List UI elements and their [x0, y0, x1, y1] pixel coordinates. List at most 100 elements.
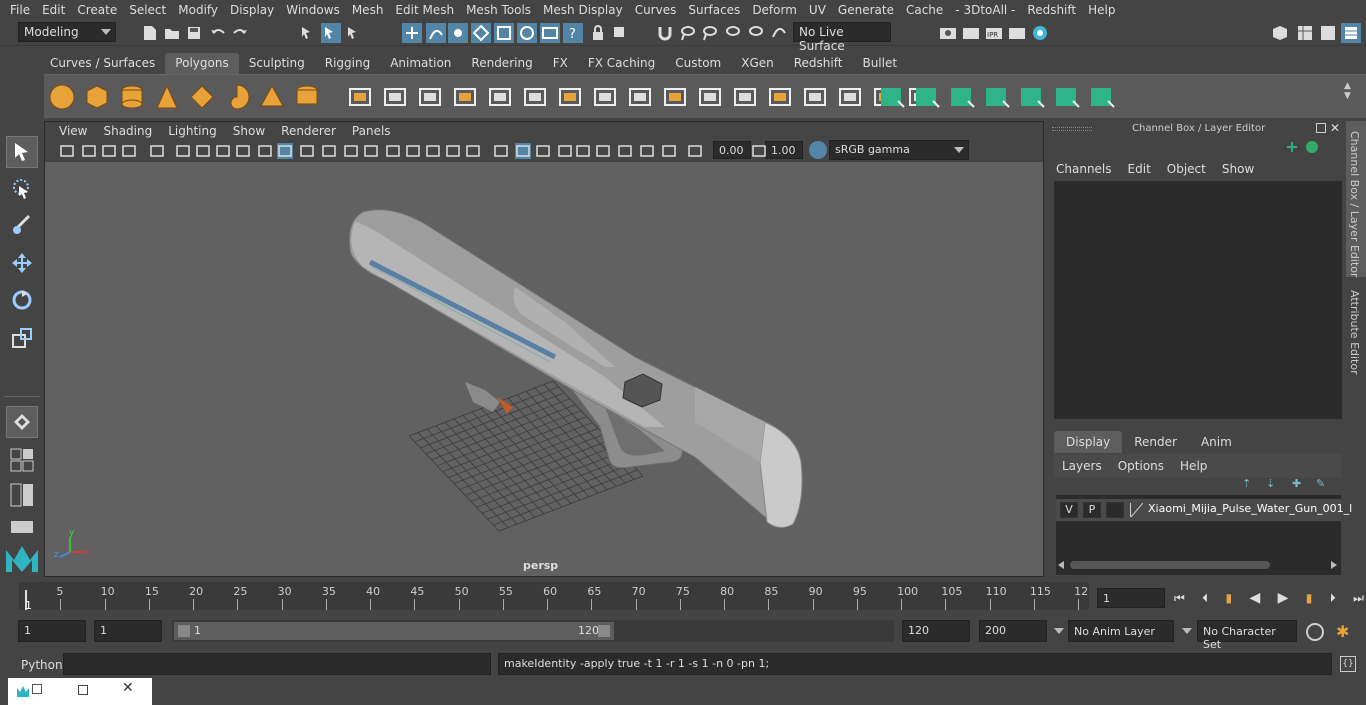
live-surface-field[interactable]: No Live Surface: [793, 22, 891, 53]
menu-item[interactable]: Curves: [629, 3, 683, 17]
shelf-tab[interactable]: Custom: [665, 53, 731, 74]
film-gate-icon[interactable]: [175, 143, 191, 159]
wireframe-icon[interactable]: [277, 143, 293, 159]
mode-dropdown[interactable]: Modeling: [18, 22, 116, 42]
pick-icon[interactable]: [610, 23, 630, 43]
render-settings-icon[interactable]: [938, 23, 958, 43]
layer-menu-item[interactable]: Help: [1180, 459, 1207, 473]
menu-item[interactable]: Edit: [36, 3, 71, 17]
snap-vertex-icon[interactable]: [517, 23, 537, 43]
camera-attr-icon[interactable]: [81, 143, 97, 159]
menu-item[interactable]: - 3DtoAll -: [949, 3, 1021, 17]
extrude-icon[interactable]: [486, 83, 514, 111]
viewport-menu-item[interactable]: View: [51, 124, 95, 138]
wire-on-shaded-icon[interactable]: [321, 143, 337, 159]
layer-menu-item[interactable]: Layers: [1062, 459, 1102, 473]
separate-icon[interactable]: [381, 83, 409, 111]
grid-toggle-icon[interactable]: [149, 143, 165, 159]
symmetry-icon[interactable]: [1088, 83, 1116, 111]
float-panel-icon[interactable]: [1316, 123, 1326, 133]
menu-item[interactable]: Select: [123, 3, 172, 17]
layout-three-icon[interactable]: [6, 518, 38, 536]
channel-box-menu-item[interactable]: Object: [1167, 162, 1206, 176]
menu-item[interactable]: Display: [224, 3, 280, 17]
xray-active-icon[interactable]: [557, 143, 573, 159]
lasso3-icon[interactable]: [723, 23, 743, 43]
anim-prefs-icon[interactable]: ✱: [1336, 622, 1356, 642]
step-forward-key-icon[interactable]: ⏵: [1330, 591, 1336, 606]
combine-icon[interactable]: [346, 83, 374, 111]
menu-item[interactable]: Redshift: [1021, 3, 1082, 17]
checker-icon[interactable]: [1053, 83, 1081, 111]
soft-select-icon[interactable]: [6, 406, 38, 438]
scroll-left-icon[interactable]: [1058, 561, 1064, 569]
shelf-tab[interactable]: FX Caching: [578, 53, 665, 74]
hypershade-icon[interactable]: [1030, 23, 1050, 43]
move-layer-down-icon[interactable]: ⇣: [1266, 477, 1275, 490]
paint-select-icon[interactable]: [6, 209, 38, 241]
render-region-icon[interactable]: [540, 23, 560, 43]
menu-item[interactable]: Edit Mesh: [389, 3, 460, 17]
select-tool-icon[interactable]: [6, 136, 38, 168]
lights-icon[interactable]: [363, 143, 379, 159]
bookmark-icon[interactable]: [101, 143, 117, 159]
layout-icon[interactable]: [1295, 23, 1315, 43]
xray-joint-icon[interactable]: [535, 143, 551, 159]
poly-sphere-icon[interactable]: [48, 83, 76, 111]
menu-item[interactable]: File: [4, 3, 36, 17]
shelf-tab[interactable]: Rendering: [461, 53, 542, 74]
smooth-icon[interactable]: [451, 83, 479, 111]
range-track[interactable]: 1 120: [172, 620, 894, 642]
lasso2-icon[interactable]: [700, 23, 720, 43]
target-weld-icon[interactable]: [766, 83, 794, 111]
offset-loop-icon[interactable]: [661, 83, 689, 111]
play-backward-icon[interactable]: ◀: [1250, 590, 1261, 606]
move-tool-icon[interactable]: [6, 247, 38, 279]
select-object-icon[interactable]: [321, 23, 341, 43]
outliner-icon[interactable]: [1318, 23, 1338, 43]
menu-item[interactable]: Cache: [900, 3, 949, 17]
menu-item[interactable]: Mesh Display: [537, 3, 629, 17]
bevel-icon[interactable]: [521, 83, 549, 111]
color-space-dropdown[interactable]: sRGB gamma: [829, 140, 969, 160]
menu-item[interactable]: Help: [1082, 3, 1121, 17]
exposure-icon[interactable]: [687, 143, 703, 159]
menu-item[interactable]: Modify: [172, 3, 224, 17]
snap-view-icon[interactable]: [471, 23, 491, 43]
layer-tab[interactable]: Anim: [1189, 431, 1244, 453]
poly-cylinder-icon[interactable]: [118, 83, 146, 111]
new-scene-icon[interactable]: [140, 23, 160, 43]
command-language-label[interactable]: Python: [21, 658, 63, 672]
backface-icon[interactable]: [575, 143, 591, 159]
channel-box-menu-item[interactable]: Show: [1222, 162, 1254, 176]
lasso-icon[interactable]: [678, 23, 698, 43]
channel-box-toggle-icon[interactable]: [1341, 23, 1361, 43]
help-icon[interactable]: ?: [563, 23, 583, 43]
color-management-icon[interactable]: [809, 141, 827, 159]
merge-icon[interactable]: [801, 83, 829, 111]
append-icon[interactable]: [696, 83, 724, 111]
two-d-pan-icon[interactable]: [639, 143, 655, 159]
new-layer-selected-icon[interactable]: ✎: [1316, 477, 1325, 490]
auto-key-icon[interactable]: [1306, 623, 1324, 641]
select-component-icon[interactable]: [344, 23, 364, 43]
menu-item[interactable]: Windows: [280, 3, 346, 17]
shelf-tab[interactable]: Polygons: [165, 53, 239, 74]
shelf-tab[interactable]: Rigging: [315, 53, 380, 74]
scroll-right-icon[interactable]: [1331, 561, 1337, 569]
command-input[interactable]: [63, 653, 491, 675]
play-forward-icon[interactable]: ▶: [1278, 590, 1289, 606]
ipr-render-icon[interactable]: IPR: [984, 23, 1004, 43]
render-view-icon[interactable]: [1007, 23, 1027, 43]
time-ruler[interactable]: 1 5 10 15 20 25 30 35 40 45 50 55 60 65 70 75 80 85 90 95 1…: [19, 582, 1089, 612]
layout-two-icon[interactable]: [6, 482, 38, 508]
lock-icon[interactable]: [588, 23, 608, 43]
end-time-field[interactable]: 200: [979, 620, 1047, 642]
snap-grid-icon[interactable]: [402, 23, 422, 43]
lasso4-icon[interactable]: [746, 23, 766, 43]
shelf-scroll-icon[interactable]: ▲ ▼: [1344, 81, 1354, 113]
grease-pencil-icon[interactable]: [661, 143, 677, 159]
auto-map-icon[interactable]: [983, 83, 1011, 111]
cylindrical-map-icon[interactable]: [948, 83, 976, 111]
go-to-end-icon[interactable]: ⏭: [1353, 591, 1364, 606]
